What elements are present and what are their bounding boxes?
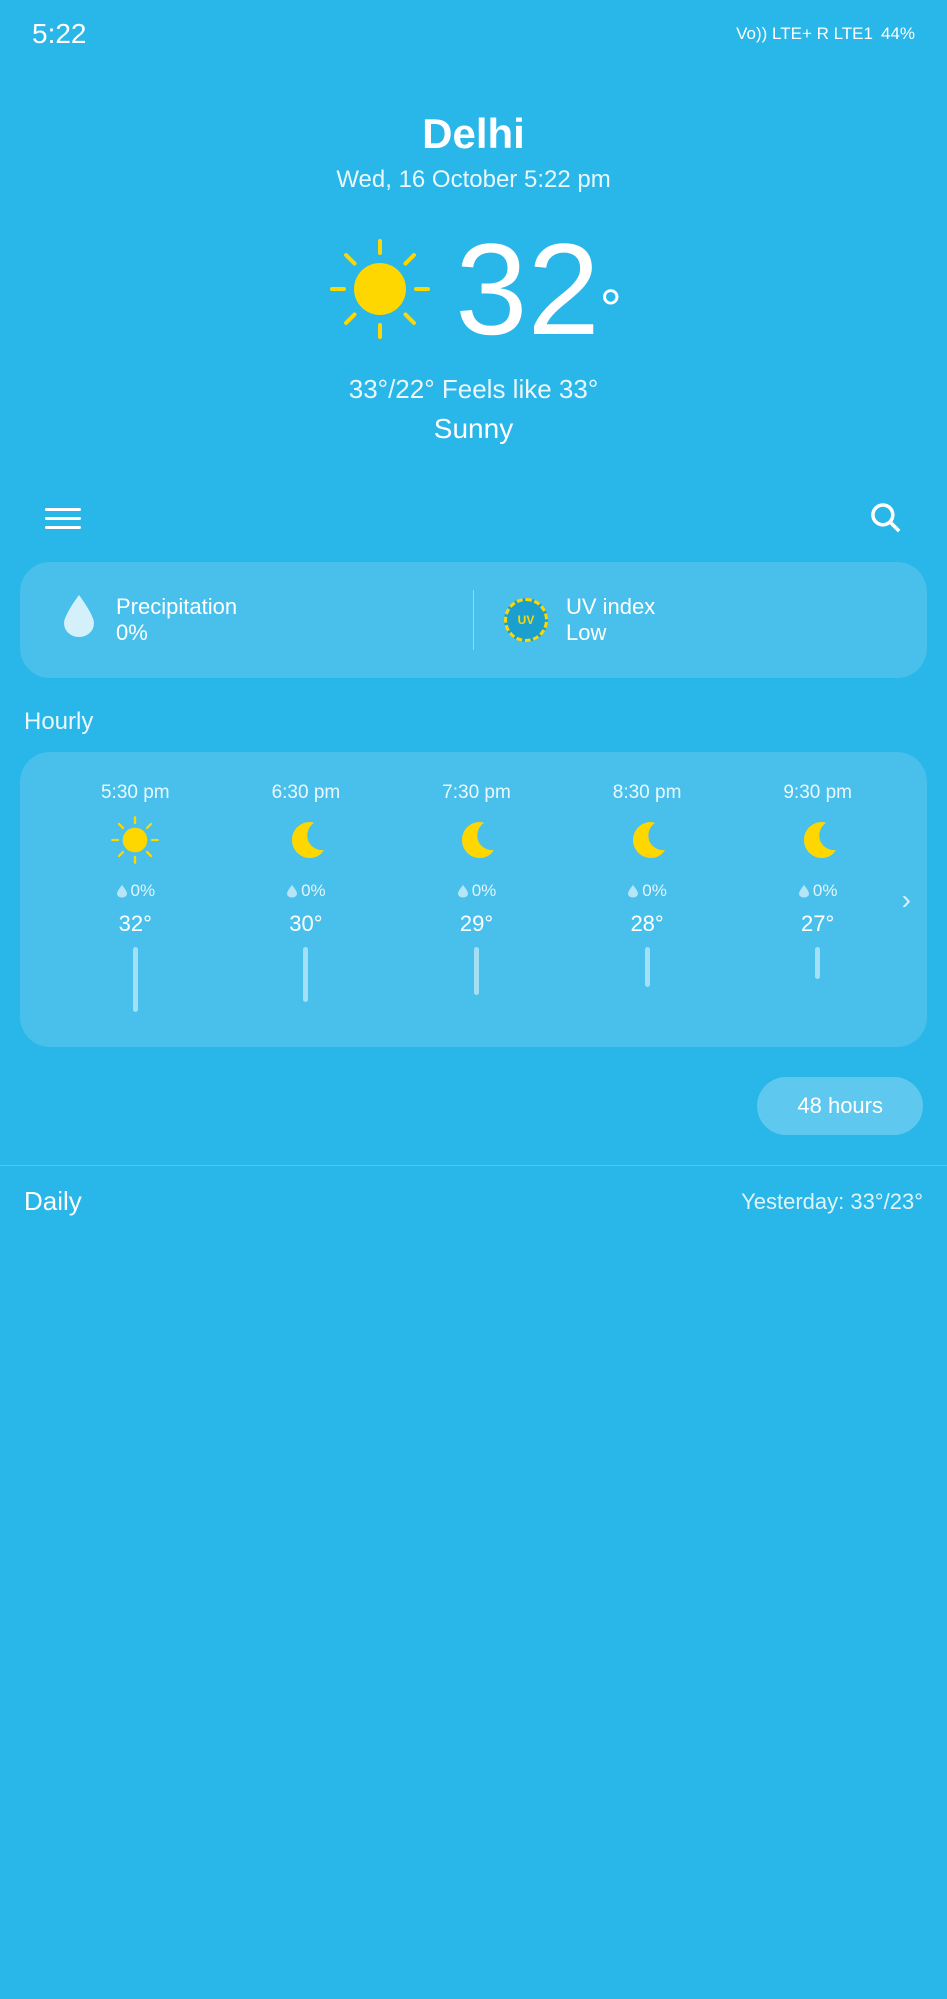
hourly-label: Hourly	[0, 708, 947, 752]
daily-label: Daily	[24, 1186, 82, 1217]
hour-time: 9:30 pm	[783, 782, 852, 804]
hour-icon	[280, 814, 332, 871]
temp-display: 32°	[20, 224, 927, 354]
yesterday-temp: Yesterday: 33°/23°	[741, 1189, 923, 1215]
hourly-item: 7:30 pm 0% 29°	[391, 782, 562, 1017]
uv-icon: UV	[504, 598, 548, 642]
info-card: Precipitation 0% UV UV index Low	[20, 562, 927, 678]
hourly-item: 9:30 pm 0% 27°	[732, 782, 903, 1017]
hour-icon	[792, 814, 844, 871]
hour-bar	[133, 947, 138, 1012]
temp-number: 32	[455, 216, 600, 362]
uv-text: UV index Low	[566, 594, 655, 646]
precipitation-value: 0%	[116, 620, 237, 646]
hour-time: 7:30 pm	[442, 782, 511, 804]
search-button[interactable]	[863, 495, 907, 542]
battery-icon: 44%	[881, 24, 915, 44]
search-icon	[868, 500, 902, 534]
precipitation-item: Precipitation 0%	[60, 593, 443, 648]
precipitation-icon	[60, 593, 98, 648]
hourly-list: 5:30 pm 0% 32° 6:30 pm 0% 30° 7:30 pm 0% 29° 8…	[50, 782, 903, 1017]
daily-section: Daily Yesterday: 33°/23°	[0, 1165, 947, 1247]
uv-value: Low	[566, 620, 655, 646]
hamburger-icon	[45, 508, 81, 529]
hour-bar-container	[815, 947, 820, 1017]
hour-precip: 0%	[798, 881, 838, 901]
hour-bar-container	[645, 947, 650, 1017]
hour-bar-container	[133, 947, 138, 1017]
hour-time: 8:30 pm	[613, 782, 682, 804]
chevron-right-icon[interactable]: ›	[902, 884, 911, 916]
hours-btn-row: 48 hours	[0, 1067, 947, 1155]
temp-unit: °	[600, 278, 622, 340]
hourly-item: 5:30 pm 0% 32°	[50, 782, 221, 1017]
hour-icon	[109, 814, 161, 871]
info-divider	[473, 590, 474, 650]
network-icon: Vo)) LTE+ R LTE1	[736, 24, 873, 44]
menu-button[interactable]	[40, 503, 86, 534]
hour-temp: 32°	[119, 911, 152, 937]
precipitation-text: Precipitation 0%	[116, 594, 237, 646]
hour-bar-container	[474, 947, 479, 1017]
temperature: 32°	[455, 224, 622, 354]
hour-time: 6:30 pm	[272, 782, 341, 804]
hour-bar	[815, 947, 820, 979]
hour-bar-container	[303, 947, 308, 1017]
hour-bar	[474, 947, 479, 995]
hour-precip: 0%	[116, 881, 156, 901]
city-name: Delhi	[20, 110, 927, 158]
hour-precip: 0%	[457, 881, 497, 901]
hour-temp: 29°	[460, 911, 493, 937]
hour-temp: 30°	[289, 911, 322, 937]
48-hours-button[interactable]: 48 hours	[757, 1077, 923, 1135]
hour-precip: 0%	[286, 881, 326, 901]
sun-icon	[325, 234, 435, 344]
hour-bar	[303, 947, 308, 1002]
hourly-card: 5:30 pm 0% 32° 6:30 pm 0% 30° 7:30 pm 0% 29° 8…	[20, 752, 927, 1047]
hour-temp: 28°	[630, 911, 663, 937]
uv-item: UV UV index Low	[504, 594, 887, 646]
hour-temp: 27°	[801, 911, 834, 937]
hourly-item: 6:30 pm 0% 30°	[221, 782, 392, 1017]
status-icons: Vo)) LTE+ R LTE1 44%	[736, 24, 915, 44]
hour-precip: 0%	[627, 881, 667, 901]
hour-icon	[450, 814, 502, 871]
weather-condition: Sunny	[20, 413, 927, 445]
hour-bar	[645, 947, 650, 987]
weather-header: Delhi Wed, 16 October 5:22 pm 32° 33°	[0, 60, 947, 465]
hourly-item: 8:30 pm 0% 28°	[562, 782, 733, 1017]
toolbar	[0, 465, 947, 562]
hour-icon	[621, 814, 673, 871]
status-bar: 5:22 Vo)) LTE+ R LTE1 44%	[0, 0, 947, 60]
uv-label: UV index	[566, 594, 655, 620]
temp-range: 33°/22° Feels like 33°	[20, 374, 927, 405]
status-time: 5:22	[32, 18, 87, 50]
hour-time: 5:30 pm	[101, 782, 170, 804]
precipitation-label: Precipitation	[116, 594, 237, 620]
date-time: Wed, 16 October 5:22 pm	[20, 166, 927, 194]
